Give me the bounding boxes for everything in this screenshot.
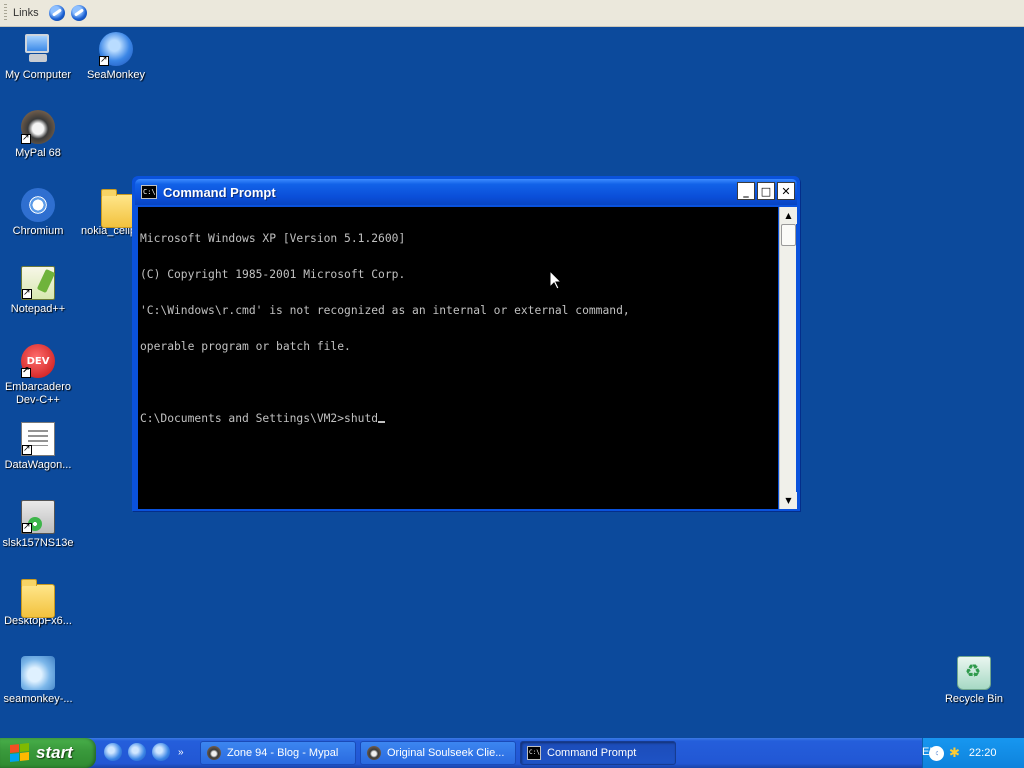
computer-icon bbox=[21, 32, 55, 66]
scroll-down-button[interactable]: ▼ bbox=[780, 492, 797, 509]
desktop-icon-slsk[interactable]: slsk157NS13e bbox=[0, 500, 76, 550]
folder-icon bbox=[21, 579, 55, 618]
console-line: Microsoft Windows XP [Version 5.1.2600] bbox=[140, 232, 406, 245]
link-shortcut-icon[interactable] bbox=[48, 5, 65, 21]
command-prompt-icon: C:\ bbox=[527, 746, 541, 760]
window-titlebar[interactable]: C:\ Command Prompt _ □ ✕ bbox=[135, 179, 797, 205]
recycle-bin-icon bbox=[957, 656, 991, 690]
taskbar-item-label: Command Prompt bbox=[547, 747, 637, 759]
console-line: operable program or batch file. bbox=[140, 340, 351, 353]
taskbar-item-label: Original Soulseek Clie... bbox=[387, 747, 505, 759]
language-indicator[interactable]: EN bbox=[922, 746, 937, 758]
link-shortcut-icon[interactable] bbox=[70, 5, 87, 21]
start-button[interactable]: start bbox=[0, 738, 96, 768]
console-line: 'C:\Windows\r.cmd' is not recognized as … bbox=[140, 304, 630, 317]
links-label: Links bbox=[13, 7, 39, 19]
desktop-icon-label: MyPal 68 bbox=[15, 147, 61, 159]
window-controls: _ □ ✕ bbox=[737, 182, 795, 200]
folder-icon bbox=[101, 189, 132, 228]
desktop-icon-nokia-folder[interactable]: nokia_cellp bbox=[78, 188, 132, 238]
desktop-icon-label: Notepad++ bbox=[10, 303, 66, 315]
desktop-icon-label: Chromium bbox=[12, 225, 64, 237]
desktop-icon-chromium[interactable]: Chromium bbox=[0, 188, 76, 238]
soulseek-installer-icon bbox=[21, 500, 55, 534]
seamonkey-icon bbox=[99, 32, 133, 66]
desktop-icon-label: My Computer bbox=[4, 69, 72, 81]
quick-launch: » bbox=[104, 743, 184, 761]
desktop-icon-label: DataWagon... bbox=[4, 459, 72, 471]
system-tray: ‹ ✱ 22:20 bbox=[922, 738, 1024, 768]
windows-flag-icon bbox=[10, 743, 30, 763]
desktop-icon-datawagon[interactable]: DataWagon... bbox=[0, 422, 76, 472]
maximize-button[interactable]: □ bbox=[757, 182, 775, 200]
taskbar-item-command-prompt[interactable]: C:\ Command Prompt bbox=[520, 741, 676, 765]
command-prompt-icon[interactable]: C:\ bbox=[141, 185, 157, 199]
scrollbar-thumb[interactable] bbox=[781, 224, 796, 246]
desktop-icon-recycle-bin[interactable]: Recycle Bin bbox=[936, 656, 1012, 706]
mypal-icon bbox=[207, 746, 221, 760]
start-label: start bbox=[36, 743, 73, 762]
console-output[interactable]: Microsoft Windows XP [Version 5.1.2600] … bbox=[138, 207, 778, 509]
desktop-icon-label: Recycle Bin bbox=[944, 693, 1004, 705]
dev-cpp-icon: DEV bbox=[21, 344, 55, 378]
command-prompt-window[interactable]: C:\ Command Prompt _ □ ✕ Microsoft Windo… bbox=[132, 176, 800, 511]
installer-icon bbox=[21, 656, 55, 690]
links-toolbar: Links bbox=[0, 0, 1024, 27]
taskbar-item-soulseek[interactable]: Original Soulseek Clie... bbox=[360, 741, 516, 765]
vertical-scrollbar[interactable]: ▲ ▼ bbox=[779, 207, 797, 509]
taskbar-item-label: Zone 94 - Blog - Mypal bbox=[227, 747, 339, 759]
desktop-icon-my-computer[interactable]: My Computer bbox=[0, 32, 76, 82]
toolbar-grip[interactable] bbox=[4, 4, 7, 22]
notepad-plus-icon bbox=[21, 266, 55, 300]
desktop-icon-label: SeaMonkey bbox=[86, 69, 146, 81]
desktop-icon-label: slsk157NS13e bbox=[2, 537, 74, 549]
scroll-up-button[interactable]: ▲ bbox=[780, 207, 797, 224]
datawagon-icon bbox=[21, 422, 55, 456]
close-button[interactable]: ✕ bbox=[777, 182, 795, 200]
desktop-icon-seamonkey[interactable]: SeaMonkey bbox=[78, 32, 154, 82]
taskbar: start » Zone 94 - Blog - Mypal Original … bbox=[0, 738, 1024, 768]
chromium-quick-launch-icon[interactable] bbox=[152, 743, 170, 761]
desktop-icon-dev-cpp[interactable]: DEV Embarcadero Dev-C++ bbox=[0, 344, 76, 407]
seamonkey-quick-launch-icon[interactable] bbox=[128, 743, 146, 761]
taskbar-item-mypal[interactable]: Zone 94 - Blog - Mypal bbox=[200, 741, 356, 765]
mypal-icon bbox=[21, 110, 55, 144]
chromium-icon bbox=[21, 188, 55, 222]
console-prompt-line[interactable]: C:\Documents and Settings\VM2>shutd bbox=[140, 413, 776, 425]
window-title: Command Prompt bbox=[163, 184, 276, 200]
desktop-icon-mypal[interactable]: MyPal 68 bbox=[0, 110, 76, 160]
console-line: (C) Copyright 1985-2001 Microsoft Corp. bbox=[140, 268, 406, 281]
quick-launch-more-icon[interactable]: » bbox=[178, 747, 184, 758]
mypal-icon bbox=[367, 746, 381, 760]
browser-quick-launch-icon[interactable] bbox=[104, 743, 122, 761]
tray-star-icon[interactable]: ✱ bbox=[949, 746, 960, 761]
desktop-icon-label: seamonkey-... bbox=[3, 693, 73, 705]
console-prompt-text: C:\Documents and Settings\VM2>shutd bbox=[140, 412, 379, 425]
minimize-button[interactable]: _ bbox=[737, 182, 755, 200]
desktop-icon-notepad-plus[interactable]: Notepad++ bbox=[0, 266, 76, 316]
desktop-icon-seamonkey-installer[interactable]: seamonkey-... bbox=[0, 656, 76, 706]
text-cursor bbox=[378, 421, 386, 423]
desktop-icon-desktopfx-folder[interactable]: DesktopFx6... bbox=[0, 578, 76, 628]
desktop-icon-label: Embarcadero Dev-C++ bbox=[4, 381, 72, 406]
clock[interactable]: 22:20 bbox=[969, 747, 997, 759]
